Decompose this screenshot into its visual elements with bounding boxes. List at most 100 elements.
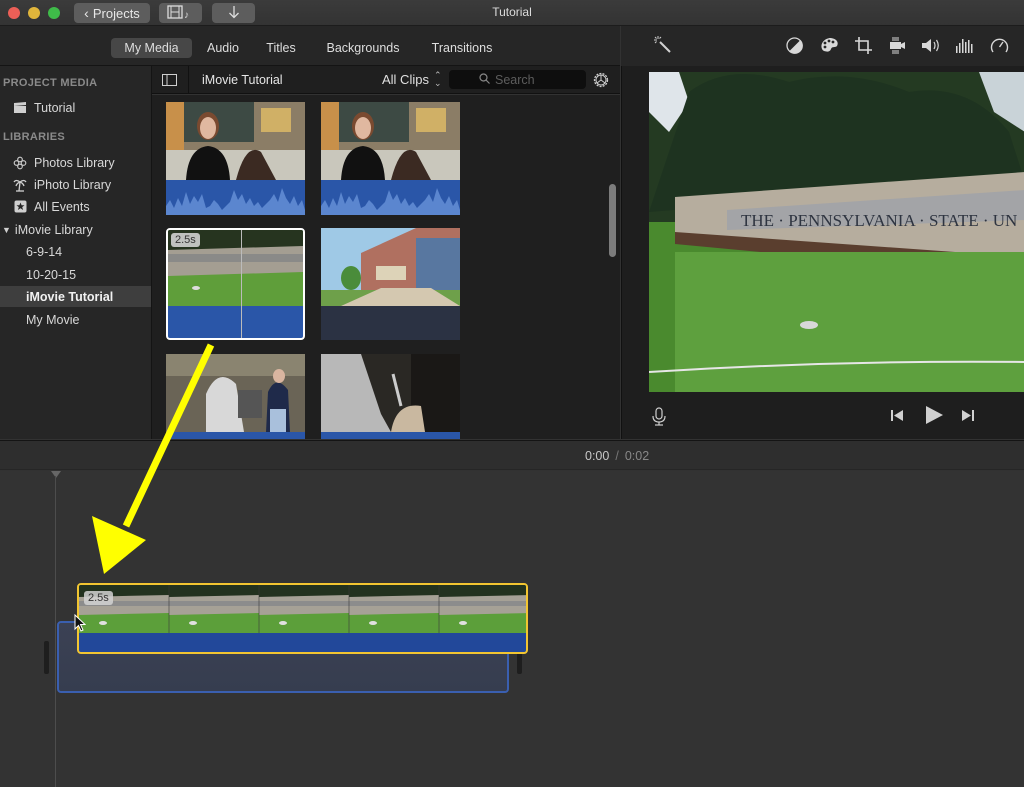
audio-bar [321, 432, 460, 439]
clip-filter-dropdown[interactable]: All Clips ⌃ ⌄ [382, 70, 442, 88]
skip-back-icon [890, 409, 904, 426]
color-balance-icon [786, 37, 803, 58]
project-media-header: PROJECT MEDIA [3, 77, 98, 89]
color-correction-button[interactable] [820, 37, 839, 58]
skip-back-button[interactable] [890, 409, 904, 427]
skip-forward-button[interactable] [961, 409, 975, 427]
clip-thumbnail-selected[interactable]: 2.5s [166, 228, 305, 340]
zoom-window-button[interactable] [48, 7, 60, 19]
sidebar-event-imovie-tutorial[interactable]: iMovie Tutorial [0, 286, 151, 307]
palm-tree-icon [12, 177, 28, 193]
clip-frame-foundry-workers [166, 354, 305, 432]
clip-frame-office-building [321, 228, 460, 306]
sidebar-item-tutorial[interactable]: Tutorial [0, 97, 151, 118]
enhance-button[interactable] [654, 36, 672, 59]
microphone-icon [652, 407, 666, 430]
sidebar-item-photos-library[interactable]: Photos Library [0, 152, 151, 173]
disclosure-triangle-icon[interactable]: ▼ [2, 225, 11, 235]
search-placeholder: Search [495, 72, 535, 87]
projects-button[interactable]: ‹ Projects [74, 3, 150, 23]
media-browser: 2.5s [152, 95, 620, 439]
audio-bar [166, 432, 305, 439]
dragged-clip[interactable]: 2.5s [77, 583, 528, 654]
timeline: 2.5s [0, 471, 1024, 787]
equalizer-button[interactable] [955, 38, 974, 58]
toggle-sidebar-button[interactable] [162, 73, 177, 91]
tab-titles[interactable]: Titles [258, 38, 304, 58]
equalizer-icon [955, 39, 974, 57]
browser-title: iMovie Tutorial [202, 73, 283, 87]
sidebar-item-all-events[interactable]: All Events [0, 196, 151, 217]
tab-my-media[interactable]: My Media [111, 38, 192, 58]
audio-waveform [321, 180, 460, 215]
sign-text: THE · PENNSYLVANIA · STATE · UN [741, 211, 1017, 230]
crop-icon [855, 37, 872, 58]
browser-scrollbar[interactable] [609, 184, 616, 257]
import-button[interactable] [212, 3, 255, 23]
tab-backgrounds[interactable]: Backgrounds [319, 38, 407, 58]
film-music-icon: ♪ [166, 4, 195, 22]
sidebar-item-iphoto-library[interactable]: iPhoto Library [0, 174, 151, 195]
star-icon [12, 199, 28, 215]
media-toggle-button[interactable]: ♪ [159, 3, 202, 23]
close-window-button[interactable] [8, 7, 20, 19]
dragged-clip-filmstrip [79, 585, 526, 633]
up-down-chevron-icon: ⌃ ⌄ [433, 70, 442, 88]
play-button[interactable] [924, 405, 944, 430]
clip-frame-woman-talking [321, 102, 460, 180]
play-icon [924, 406, 944, 429]
content-tabs: My Media Audio Titles Backgrounds Transi… [0, 26, 620, 66]
svg-text:♪: ♪ [184, 10, 189, 19]
clip-thumbnail[interactable] [166, 102, 305, 215]
header-divider [188, 66, 189, 94]
search-icon [479, 71, 490, 89]
color-balance-button[interactable] [786, 37, 803, 59]
clip-duration-badge: 2.5s [84, 591, 113, 605]
sidebar-event-my-movie[interactable]: My Movie [0, 309, 151, 330]
left-trim-handle[interactable] [44, 641, 49, 674]
viewer: THE · PENNSYLVANIA · STATE · UN [621, 66, 1024, 439]
volume-button[interactable] [921, 38, 941, 58]
speed-icon [990, 38, 1009, 58]
minimize-window-button[interactable] [28, 7, 40, 19]
viewer-toolbar [621, 26, 1024, 66]
sidebar-event-10-20-15[interactable]: 10-20-15 [0, 264, 151, 285]
skimmer-line [241, 230, 242, 338]
title-bar: ‹ Projects ♪ Tutorial [0, 0, 1024, 26]
clip-thumbnail[interactable] [321, 228, 460, 340]
voiceover-button[interactable] [652, 407, 666, 431]
clip-thumbnail[interactable] [166, 354, 305, 439]
speed-button[interactable] [990, 37, 1009, 59]
clip-thumbnail[interactable] [321, 354, 460, 439]
timeline-start-line [55, 476, 56, 787]
viewer-frame-penn-state-sign: THE · PENNSYLVANIA · STATE · UN [649, 72, 1024, 392]
clip-thumbnail[interactable] [321, 102, 460, 215]
total-time: 0:02 [624, 449, 650, 463]
timecode-display: 0:00 / 0:02 [585, 449, 649, 463]
sidebar-item-imovie-library[interactable]: ▼ iMovie Library [0, 219, 151, 240]
volume-icon [921, 39, 941, 57]
gear-icon [592, 72, 610, 93]
clip-frame-foundry-pour [321, 354, 460, 432]
libraries-sidebar: PROJECT MEDIA Tutorial LIBRARIES Photos … [0, 66, 152, 439]
tab-audio[interactable]: Audio [199, 38, 247, 58]
crop-button[interactable] [855, 37, 872, 59]
sidebar-toggle-icon [162, 73, 177, 90]
libraries-header: LIBRARIES [3, 131, 65, 143]
current-time: 0:00 [585, 449, 610, 463]
window-title: Tutorial [492, 5, 532, 19]
timeline-start-marker [51, 471, 61, 478]
mouse-pointer-icon [74, 613, 87, 637]
tab-transitions[interactable]: Transitions [422, 38, 502, 58]
clip-frame-woman-talking [166, 102, 305, 180]
browser-settings-button[interactable] [592, 71, 610, 94]
time-separator: / [615, 449, 619, 463]
duration-badge: 2.5s [171, 233, 200, 247]
magic-wand-icon [654, 36, 672, 58]
stabilization-button[interactable] [889, 37, 906, 59]
timecode-bar: 0:00 / 0:02 [0, 440, 1024, 470]
stabilization-icon [889, 37, 906, 58]
sidebar-event-6-9-14[interactable]: 6-9-14 [0, 241, 151, 262]
search-field[interactable]: Search [449, 70, 586, 89]
browser-header: iMovie Tutorial All Clips ⌃ ⌄ Search [152, 66, 620, 94]
